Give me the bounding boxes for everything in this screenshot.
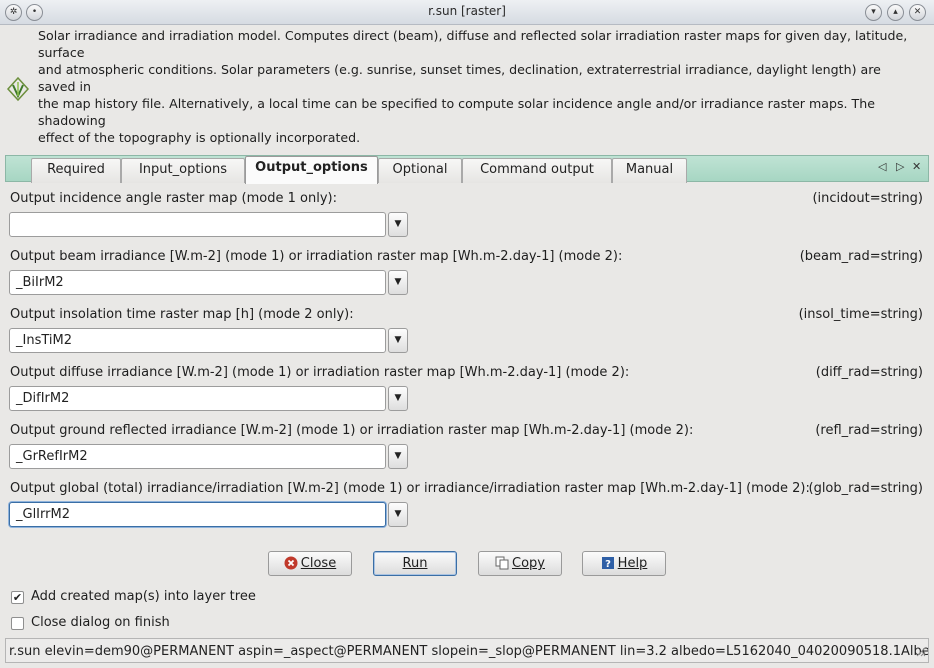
tab-input-options[interactable]: Input_options bbox=[121, 158, 245, 183]
add-to-layer-tree-checkbox[interactable]: ✔ bbox=[11, 591, 24, 604]
tab-command-output[interactable]: Command output bbox=[462, 158, 612, 183]
tab-scroll-left-icon[interactable]: ◁ bbox=[878, 160, 886, 173]
beam-rad-key: (beam_rad=string) bbox=[799, 249, 923, 264]
add-to-layer-tree-label: Add created map(s) into layer tree bbox=[31, 589, 256, 604]
run-button[interactable]: Run bbox=[373, 551, 457, 576]
insol-time-label: Output insolation time raster map [h] (m… bbox=[10, 307, 354, 322]
description-line: Solar irradiance and irradiation model. … bbox=[38, 28, 908, 43]
copy-button-label: Copy bbox=[512, 556, 545, 571]
svg-text:?: ? bbox=[605, 559, 611, 570]
minimize-icon[interactable]: ▾ bbox=[865, 4, 882, 21]
diff-rad-label: Output diffuse irradiance [W.m-2] (mode … bbox=[10, 365, 630, 380]
window-title: r.sun [raster] bbox=[428, 4, 506, 18]
tab-output-options[interactable]: Output_options bbox=[245, 156, 378, 184]
description-line: the map history file. Alternatively, a l… bbox=[38, 96, 875, 111]
close-icon bbox=[284, 556, 298, 569]
diff-rad-input[interactable]: _DifIrM2 bbox=[9, 386, 386, 411]
diff-rad-dropdown-icon[interactable]: ▼ bbox=[388, 386, 408, 411]
close-button-label: Close bbox=[300, 556, 337, 571]
run-button-label: Run bbox=[402, 556, 428, 571]
glob-rad-input[interactable]: _GlIrrM2 bbox=[9, 502, 386, 527]
beam-rad-input[interactable]: _BiIrM2 bbox=[9, 270, 386, 295]
incidout-key: (incidout=string) bbox=[812, 191, 923, 206]
glob-rad-dropdown-icon[interactable]: ▼ bbox=[388, 502, 408, 527]
module-description: Solar irradiance and irradiation model. … bbox=[38, 27, 924, 146]
close-window-icon[interactable]: ✕ bbox=[909, 4, 926, 21]
close-on-finish-checkbox[interactable] bbox=[11, 617, 24, 630]
description-line: effect of the topography is optionally i… bbox=[38, 130, 361, 145]
insol-time-key: (insol_time=string) bbox=[798, 307, 923, 322]
insol-time-dropdown-icon[interactable]: ▼ bbox=[388, 328, 408, 353]
glob-rad-label: Output global (total) irradiance/irradia… bbox=[10, 481, 810, 496]
incidout-label: Output incidence angle raster map (mode … bbox=[10, 191, 337, 206]
command-status-bar: r.sun elevin=dem90@PERMANENT aspin=_aspe… bbox=[5, 638, 929, 663]
description-line: and atmospheric conditions. Solar parame… bbox=[38, 62, 881, 77]
refl-rad-label: Output ground reflected irradiance [W.m-… bbox=[10, 423, 694, 438]
diff-rad-key: (diff_rad=string) bbox=[815, 365, 923, 380]
grass-logo-icon bbox=[6, 76, 30, 102]
refl-rad-input[interactable]: _GrRefIrM2 bbox=[9, 444, 386, 469]
title-bar: ✲ • r.sun [raster] ▾ ▴ ✕ bbox=[0, 0, 934, 25]
description-line: saved in bbox=[38, 79, 91, 94]
tab-bar: Required Input_options Output_options Op… bbox=[5, 155, 929, 184]
beam-rad-dropdown-icon[interactable]: ▼ bbox=[388, 270, 408, 295]
description-line: shadowing bbox=[38, 113, 106, 128]
resize-grip-icon[interactable] bbox=[914, 645, 926, 657]
close-on-finish-label: Close dialog on finish bbox=[31, 615, 170, 630]
output-options-panel: Output incidence angle raster map (mode … bbox=[5, 181, 929, 536]
maximize-icon[interactable]: ▴ bbox=[887, 4, 904, 21]
incidout-dropdown-icon[interactable]: ▼ bbox=[388, 212, 408, 237]
refl-rad-key: (refl_rad=string) bbox=[815, 423, 923, 438]
copy-icon bbox=[495, 556, 509, 569]
tab-required[interactable]: Required bbox=[31, 158, 121, 183]
tab-optional[interactable]: Optional bbox=[378, 158, 462, 183]
copy-button[interactable]: Copy bbox=[478, 551, 562, 576]
insol-time-input[interactable]: _InsTiM2 bbox=[9, 328, 386, 353]
refl-rad-dropdown-icon[interactable]: ▼ bbox=[388, 444, 408, 469]
tab-manual[interactable]: Manual bbox=[612, 158, 687, 183]
tab-scroll-right-icon[interactable]: ▷ bbox=[896, 160, 904, 173]
help-icon: ? bbox=[601, 556, 614, 570]
tab-close-icon[interactable]: ✕ bbox=[912, 160, 921, 173]
description-line: surface bbox=[38, 45, 85, 60]
help-button[interactable]: ? Help bbox=[582, 551, 666, 576]
help-button-label: Help bbox=[617, 556, 648, 571]
close-button[interactable]: Close bbox=[268, 551, 352, 576]
incidout-input[interactable] bbox=[9, 212, 386, 237]
glob-rad-key: (glob_rad=string) bbox=[808, 481, 924, 496]
beam-rad-label: Output beam irradiance [W.m-2] (mode 1) … bbox=[10, 249, 623, 264]
